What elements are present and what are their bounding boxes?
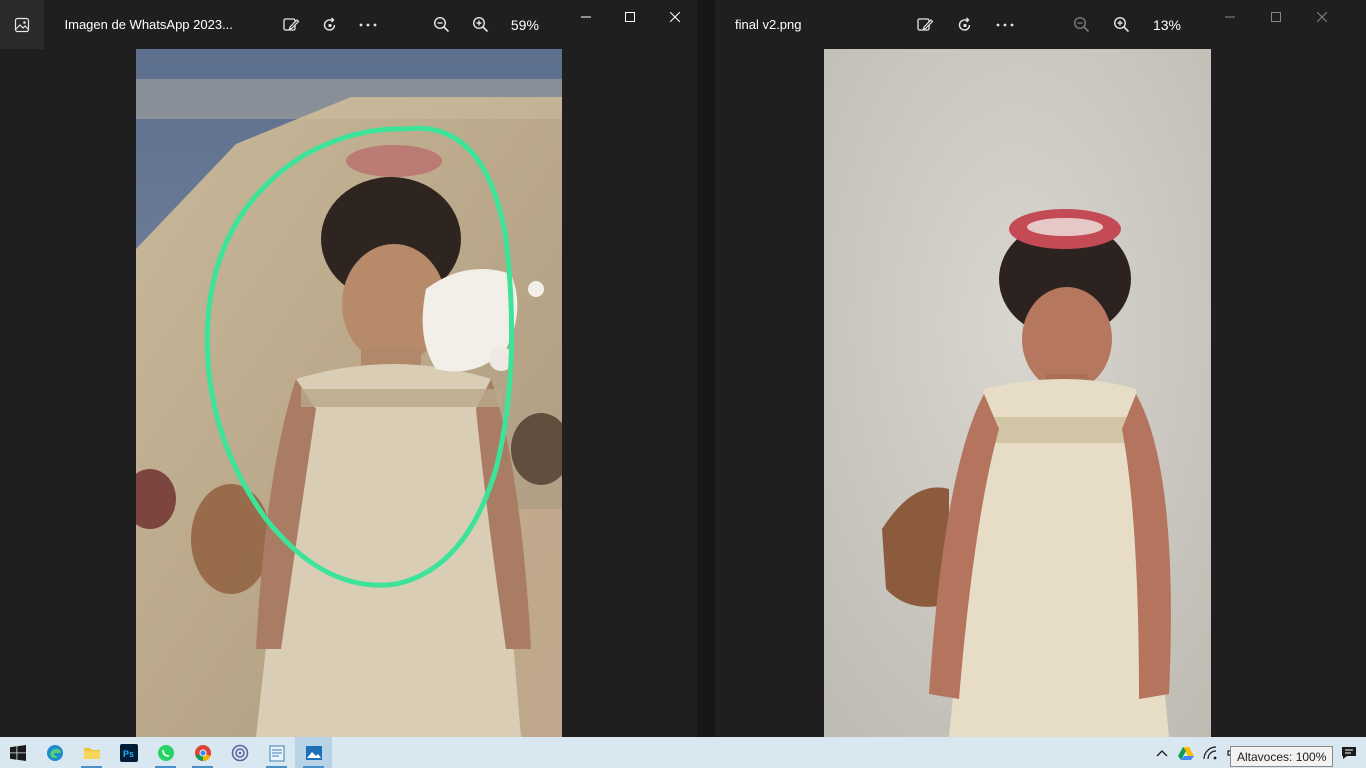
photo-restored[interactable] <box>824 49 1211 737</box>
zoom-in-icon[interactable] <box>461 0 500 49</box>
notepad-icon[interactable] <box>258 737 295 768</box>
minimize-button[interactable] <box>1207 0 1253 34</box>
photoshop-icon[interactable]: Ps <box>110 737 147 768</box>
rotate-icon[interactable] <box>310 0 349 49</box>
whatsapp-icon[interactable] <box>147 737 184 768</box>
zoom-in-icon[interactable] <box>1101 0 1141 49</box>
edit-image-icon[interactable] <box>905 0 945 49</box>
google-drive-icon[interactable] <box>1174 737 1198 768</box>
rotate-icon[interactable] <box>945 0 985 49</box>
maximize-button[interactable] <box>1253 0 1299 34</box>
swirl-app-icon[interactable] <box>221 737 258 768</box>
minimize-button[interactable] <box>564 0 608 34</box>
zoom-level[interactable]: 59% <box>500 17 550 33</box>
photos-window-left: Imagen de WhatsApp 2023... 59% <box>0 0 697 737</box>
photos-icon[interactable] <box>295 737 332 768</box>
svg-text:Ps: Ps <box>123 749 134 759</box>
window-title: final v2.png <box>735 17 802 32</box>
chrome-icon[interactable] <box>184 737 221 768</box>
titlebar: Imagen de WhatsApp 2023... 59% <box>0 0 697 49</box>
zoom-out-icon[interactable] <box>422 0 461 49</box>
titlebar: final v2.png 13% <box>715 0 1366 49</box>
taskbar: Ps <box>0 737 1366 768</box>
more-options-icon[interactable] <box>349 0 388 49</box>
window-gap <box>697 0 715 737</box>
file-explorer-icon[interactable] <box>73 737 110 768</box>
close-button[interactable] <box>1299 0 1345 34</box>
chevron-up-icon[interactable] <box>1150 737 1174 768</box>
zoom-level[interactable]: 13% <box>1141 17 1193 33</box>
zoom-out-icon[interactable] <box>1061 0 1101 49</box>
volume-tooltip: Altavoces: 100% <box>1230 746 1334 767</box>
close-button[interactable] <box>653 0 697 34</box>
more-options-icon[interactable] <box>985 0 1025 49</box>
photos-window-right: final v2.png 13% <box>715 0 1366 737</box>
window-title: Imagen de WhatsApp 2023... <box>64 17 233 32</box>
network-icon[interactable] <box>1198 737 1222 768</box>
windows-start-icon[interactable] <box>0 737 36 768</box>
edit-image-icon[interactable] <box>272 0 311 49</box>
photo-damaged[interactable] <box>136 49 562 737</box>
photos-app-icon[interactable] <box>0 0 44 49</box>
maximize-button[interactable] <box>608 0 652 34</box>
edge-icon[interactable] <box>36 737 73 768</box>
notifications-icon[interactable] <box>1332 737 1366 768</box>
desktop: Imagen de WhatsApp 2023... 59% final v2.… <box>0 0 1366 768</box>
